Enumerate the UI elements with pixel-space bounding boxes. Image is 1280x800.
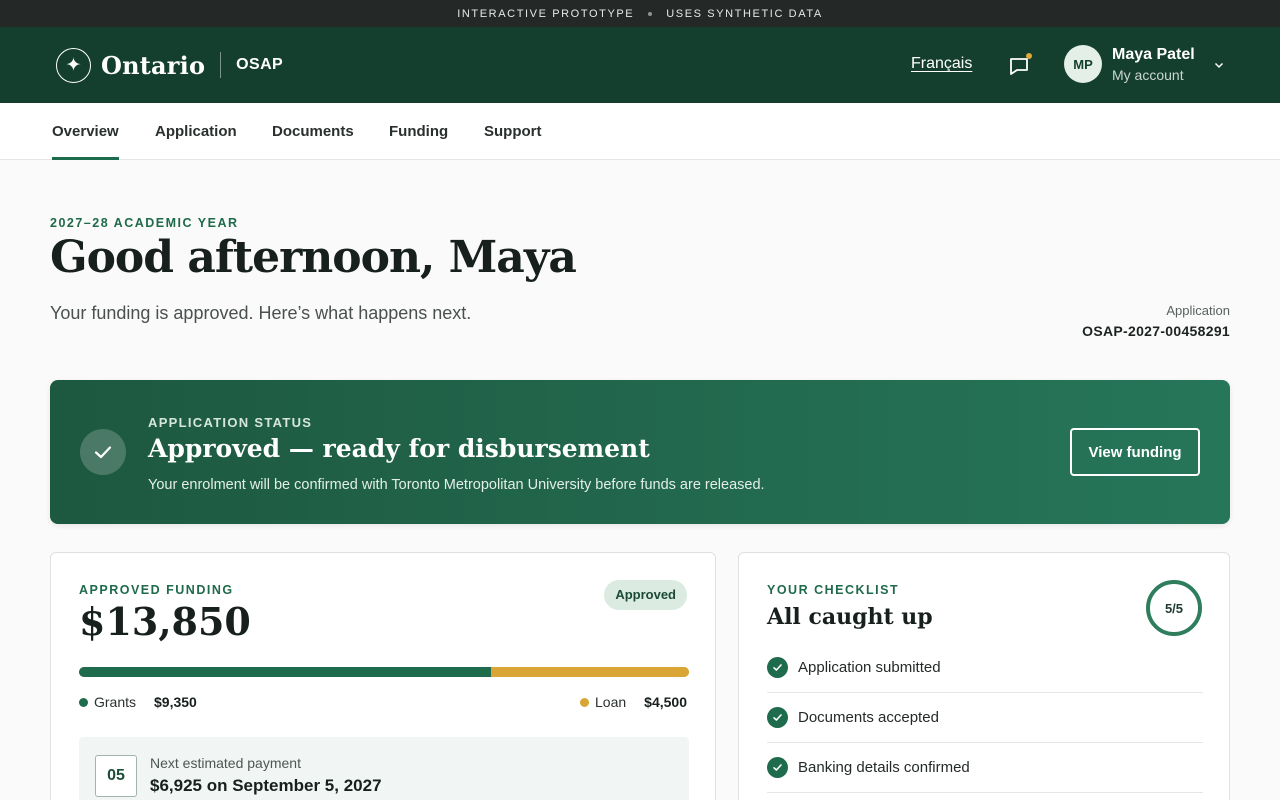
academic-year-label: 2027–28 ACADEMIC YEAR	[50, 216, 239, 230]
grants-label: Grants	[94, 694, 137, 710]
my-account-label: My account	[1112, 66, 1184, 83]
site-header: ✦ Ontario OSAP Français MP Maya Patel My…	[0, 27, 1280, 103]
synthetic-data-label: USES SYNTHETIC DATA	[666, 7, 823, 20]
user-name: Maya Patel	[1112, 45, 1195, 63]
tab-documents[interactable]: Documents	[272, 103, 354, 160]
loan-label: Loan	[595, 694, 627, 710]
checklist-eyebrow: YOUR CHECKLIST	[767, 583, 900, 597]
next-payment-label: Next estimated payment	[150, 755, 301, 771]
unread-indicator	[1026, 53, 1032, 59]
grants-swatch	[79, 697, 88, 707]
separator-dot	[648, 11, 653, 16]
checklist-item: Application submitted	[767, 643, 1203, 693]
tab-application[interactable]: Application	[155, 103, 237, 160]
trillium-icon: ✦	[56, 47, 91, 83]
brand-wordmark: Ontario	[101, 50, 206, 80]
language-toggle-link[interactable]: Français	[911, 55, 972, 73]
main-navigation: Overview Application Documents Funding S…	[0, 103, 1280, 160]
avatar: MP	[1064, 45, 1102, 83]
loan-value: $4,500	[644, 694, 687, 710]
approved-funding-card: APPROVED FUNDING $13,850 Approved Grants…	[50, 552, 716, 800]
check-circle-icon	[767, 757, 788, 778]
checklist-item-label: Documents accepted	[798, 709, 939, 726]
brand-divider	[220, 52, 222, 78]
funding-eyebrow: APPROVED FUNDING	[79, 583, 234, 597]
status-description: Your enrolment will be confirmed with To…	[148, 477, 765, 493]
check-circle-icon	[767, 707, 788, 728]
program-name: OSAP	[236, 56, 284, 73]
funding-split-bar	[79, 667, 689, 677]
loan-legend: Loan $4,500	[580, 694, 687, 710]
checklist-item-label: Banking details confirmed	[798, 759, 970, 776]
tab-funding[interactable]: Funding	[389, 103, 448, 160]
funding-total: $13,850	[79, 599, 251, 644]
application-number: OSAP-2027-00458291	[1082, 323, 1230, 339]
checklist-item: Banking details confirmed	[767, 743, 1203, 793]
prototype-label: INTERACTIVE PROTOTYPE	[457, 7, 635, 20]
prototype-banner: INTERACTIVE PROTOTYPE USES SYNTHETIC DAT…	[0, 0, 1280, 27]
status-eyebrow: APPLICATION STATUS	[148, 415, 313, 430]
page-subtitle: Your funding is approved. Here’s what ha…	[50, 303, 472, 323]
checklist-card: YOUR CHECKLIST All caught up 5/5 Applica…	[738, 552, 1230, 800]
messages-button[interactable]	[1006, 53, 1032, 79]
checklist-title: All caught up	[767, 604, 933, 630]
tab-overview[interactable]: Overview	[52, 103, 119, 160]
checkmark-icon	[80, 429, 126, 475]
grants-legend: Grants $9,350	[79, 694, 197, 710]
chevron-down-icon	[1214, 62, 1223, 69]
next-payment-panel: 05 Next estimated payment $6,925 on Sept…	[79, 737, 689, 800]
tab-support[interactable]: Support	[484, 103, 542, 160]
application-label: Application	[1166, 303, 1230, 318]
next-payment-value: $6,925 on September 5, 2027	[150, 776, 382, 795]
application-status-banner: APPLICATION STATUS Approved — ready for …	[50, 380, 1230, 524]
payment-day-calendar-icon: 05	[95, 755, 137, 797]
checklist-item: Documents accepted	[767, 693, 1203, 743]
grants-value: $9,350	[154, 694, 197, 710]
application-reference: Application OSAP-2027-00458291	[1082, 303, 1230, 339]
view-funding-button[interactable]: View funding	[1070, 428, 1200, 476]
check-circle-icon	[767, 657, 788, 678]
status-badge: Approved	[604, 580, 687, 610]
checklist-item-label: Application submitted	[798, 659, 941, 676]
loan-swatch	[580, 697, 590, 707]
brand-logo[interactable]: ✦ Ontario OSAP	[56, 47, 283, 83]
grants-segment	[79, 667, 491, 677]
status-title: Approved — ready for disbursement	[148, 434, 650, 463]
loan-segment	[490, 667, 689, 677]
account-menu[interactable]: MP Maya Patel My account	[1064, 45, 1225, 83]
checklist-progress-ring: 5/5	[1146, 580, 1202, 636]
page-title: Good afternoon, Maya	[50, 232, 577, 283]
